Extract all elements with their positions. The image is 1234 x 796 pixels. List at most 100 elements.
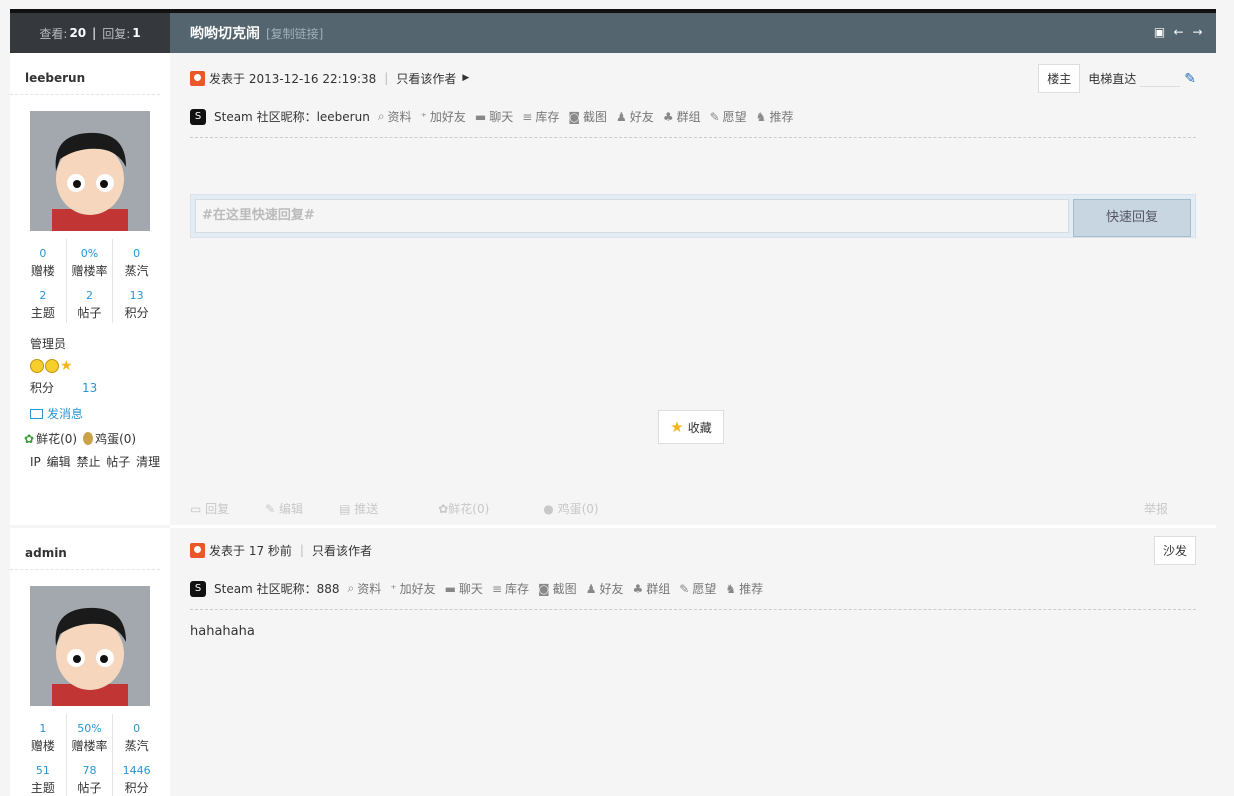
go-icon[interactable]: ✎ xyxy=(1184,71,1196,87)
print-icon[interactable]: ▣ xyxy=(1153,25,1166,39)
steam-action-friends[interactable]: ♟ 好友 xyxy=(616,108,654,125)
post-actions: ▭ 回复 ✎ 编辑 ▤ 推送 ✿鲜花(0) ● 鸡蛋(0) 举报 xyxy=(190,500,1196,517)
thread-header: 查看: 20 | 回复: 1 哟哟切克闹 [复制链接] ▣ ← → xyxy=(10,13,1216,53)
post-main: 发表于 2013-12-16 22:19:38 | 只看该作者 ▶ 楼主 电梯直… xyxy=(190,64,1196,516)
admin-link-ip[interactable]: IP xyxy=(30,455,41,469)
smiley-icon xyxy=(45,359,59,373)
admin-link-posts[interactable]: 帖子 xyxy=(106,455,130,469)
steam-action-label: 群组 xyxy=(646,582,671,596)
flower-action[interactable]: ✿鲜花(0) xyxy=(438,500,507,517)
avatar[interactable] xyxy=(30,111,150,231)
smiley-icon xyxy=(30,359,44,373)
push-action[interactable]: ▤ 推送 xyxy=(339,500,396,517)
steam-action-label: 资料 xyxy=(357,582,382,596)
stat-value: 78 xyxy=(82,764,97,777)
steam-action-friends[interactable]: ♟ 好友 xyxy=(586,580,624,597)
stat-item[interactable]: 13 积分 xyxy=(113,281,160,323)
quick-reply-input[interactable]: #在这里快速回复# xyxy=(195,199,1069,233)
triangle-right-icon[interactable]: ▶ xyxy=(462,73,469,83)
star-icon: ★ xyxy=(60,358,73,374)
post-divider xyxy=(170,525,1216,528)
steam-action-chat[interactable]: ▬ 聊天 xyxy=(475,108,513,125)
steam-action-add-friend[interactable]: ⁺ 加好友 xyxy=(421,108,466,125)
copy-link[interactable]: [复制链接] xyxy=(266,25,323,42)
avatar[interactable] xyxy=(30,586,150,706)
stat-value: 2 xyxy=(39,289,47,302)
steam-action-inventory[interactable]: ≡ 库存 xyxy=(492,580,529,597)
steam-action-inventory[interactable]: ≡ 库存 xyxy=(522,108,559,125)
author-name[interactable]: admin xyxy=(10,528,160,570)
steam-action-groups[interactable]: ♣ 群组 xyxy=(663,108,701,125)
stat-item[interactable]: 0 赠楼 xyxy=(20,239,67,281)
eggs-count[interactable]: 鸡蛋(0) xyxy=(95,430,136,447)
views-label: 查看: xyxy=(39,26,68,41)
stat-item[interactable]: 0 蒸汽 xyxy=(113,714,160,756)
stat-item[interactable]: 1446 积分 xyxy=(113,756,160,796)
gifts-row: ✿ 鲜花(0) 鸡蛋(0) xyxy=(10,430,170,447)
meta-separator: | xyxy=(299,543,304,557)
flowers-count[interactable]: 鲜花(0) xyxy=(36,430,77,447)
screenshot-icon: ◙ xyxy=(538,581,550,596)
steam-action-groups[interactable]: ♣ 群组 xyxy=(632,580,670,597)
steam-action-screenshot[interactable]: ◙ 截图 xyxy=(568,108,607,125)
only-author-link[interactable]: 只看该作者 xyxy=(312,542,372,559)
steam-action-chat[interactable]: ▬ 聊天 xyxy=(445,580,483,597)
header-tools: ▣ ← → xyxy=(1153,25,1204,39)
steam-action-wishlist[interactable]: ✎ 愿望 xyxy=(679,580,716,597)
stat-value: 0% xyxy=(80,247,99,260)
favorite-button[interactable]: ★ 收藏 xyxy=(658,410,724,444)
admin-links: IP 编辑 禁止 帖子 清理 xyxy=(10,453,170,470)
inventory-icon: ≡ xyxy=(522,109,533,124)
send-message-label: 发消息 xyxy=(47,407,84,421)
stat-label: 赠楼率 xyxy=(71,739,108,753)
stat-item[interactable]: 50% 赠楼率 xyxy=(67,714,114,756)
stat-item[interactable]: 51 主题 xyxy=(20,756,67,796)
author-sidebar: leeberun 0 赠楼 0% 赠楼率 0 蒸汽 2 主题 2 帖子 13 积分 管理员 xyxy=(10,53,170,525)
wishlist-icon: ✎ xyxy=(709,109,720,124)
steam-icon: S xyxy=(190,580,206,597)
steam-action-recommend[interactable]: ♞ 推荐 xyxy=(756,108,794,125)
admin-link-edit[interactable]: 编辑 xyxy=(47,455,71,469)
edit-label: 编辑 xyxy=(279,502,304,516)
egg-action[interactable]: ● 鸡蛋(0) xyxy=(543,500,616,517)
egg-icon xyxy=(83,432,94,445)
stat-item[interactable]: 0 蒸汽 xyxy=(113,239,160,281)
steam-action-label: 资料 xyxy=(387,110,412,124)
admin-link-clean[interactable]: 清理 xyxy=(136,455,160,469)
edit-action[interactable]: ✎ 编辑 xyxy=(265,500,321,517)
steam-action-add-friend[interactable]: ⁺ 加好友 xyxy=(390,580,435,597)
elevator-input[interactable] xyxy=(1140,71,1181,87)
floor-badge[interactable]: 沙发 xyxy=(1153,536,1196,565)
rank-icons: ★ xyxy=(30,355,170,377)
stat-item[interactable]: 1 赠楼 xyxy=(20,714,67,756)
stat-item[interactable]: 2 主题 xyxy=(20,281,67,323)
quick-reply-button[interactable]: 快速回复 xyxy=(1073,199,1191,237)
steam-action-screenshot[interactable]: ◙ 截图 xyxy=(538,580,577,597)
steam-action-wishlist[interactable]: ✎ 愿望 xyxy=(710,108,747,125)
stat-item[interactable]: 2 帖子 xyxy=(67,281,114,323)
only-author-link[interactable]: 只看该作者 xyxy=(396,70,456,87)
stat-item[interactable]: 0% 赠楼率 xyxy=(67,239,114,281)
report-link[interactable]: 举报 xyxy=(1144,500,1168,517)
envelope-icon xyxy=(30,408,43,419)
send-message-link[interactable]: 发消息 xyxy=(10,405,170,422)
group-icon: ♣ xyxy=(632,581,644,596)
steam-action-profile[interactable]: ⌕ 资料 xyxy=(347,580,381,597)
steam-action-label: 推荐 xyxy=(739,582,764,596)
floor-badge[interactable]: 楼主 xyxy=(1038,64,1081,93)
author-name[interactable]: leeberun xyxy=(10,53,160,95)
stat-label: 赠楼 xyxy=(30,264,55,278)
thread-title: 哟哟切克闹 xyxy=(190,26,260,42)
friends-icon: ♟ xyxy=(585,581,597,596)
steam-action-label: 聊天 xyxy=(458,582,483,596)
reply-action[interactable]: ▭ 回复 xyxy=(190,500,247,517)
steam-action-recommend[interactable]: ♞ 推荐 xyxy=(725,580,763,597)
group-name[interactable]: 管理员 xyxy=(30,333,170,355)
steam-action-label: 库存 xyxy=(535,110,560,124)
stat-item[interactable]: 78 帖子 xyxy=(67,756,114,796)
post-meta: 发表于 2013-12-16 22:19:38 | 只看该作者 ▶ 楼主 电梯直… xyxy=(190,64,1196,93)
admin-link-ban[interactable]: 禁止 xyxy=(76,455,100,469)
next-thread-icon[interactable]: → xyxy=(1191,25,1204,39)
prev-thread-icon[interactable]: ← xyxy=(1172,25,1185,39)
steam-action-profile[interactable]: ⌕ 资料 xyxy=(378,108,412,125)
